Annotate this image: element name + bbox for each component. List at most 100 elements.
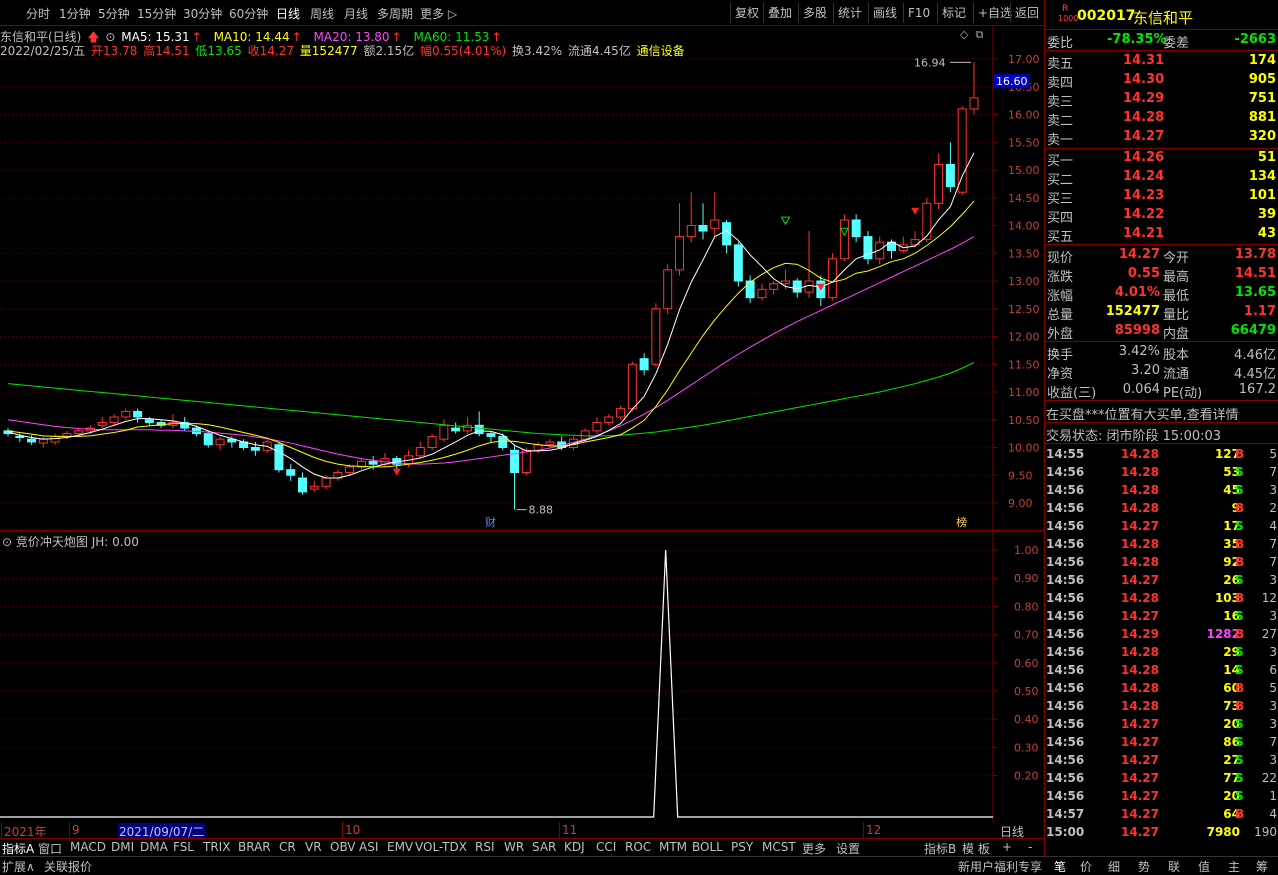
period-tab-3[interactable]: 15分钟: [137, 5, 176, 22]
date-axis-tick: [69, 822, 70, 838]
tick-time: 14:56: [1046, 645, 1085, 659]
related-quote-button[interactable]: 关联报价: [44, 858, 92, 875]
indicator-tab-10[interactable]: OBV: [330, 840, 356, 854]
indicator-tab-25[interactable]: 设置: [836, 840, 860, 857]
period-tab-0[interactable]: 分时: [26, 5, 50, 22]
y-tick-label: 14.50: [1008, 192, 1040, 205]
sub-indicator-chart[interactable]: 1.00 0.90 0.80 0.70 0.60 0.50 0.40 0.30 0.20: [0, 531, 1044, 822]
candle-body: [969, 97, 979, 110]
indicator-right-0[interactable]: 指标B: [924, 840, 956, 857]
kline-chart[interactable]: 17.0016.5016.0015.5015.0014.5014.0013.50…: [0, 26, 1044, 530]
indicator-tab-24[interactable]: 更多: [802, 840, 826, 857]
period-tab-2[interactable]: 5分钟: [98, 5, 130, 22]
indicator-tab-4[interactable]: DMA: [140, 840, 168, 854]
tick-count: 5: [1269, 681, 1277, 695]
indicator-tab-19[interactable]: ROC: [625, 840, 651, 854]
level-label: 买二: [1047, 173, 1074, 188]
tick-direction: S: [1235, 753, 1244, 767]
indicator-tab-22[interactable]: PSY: [731, 840, 753, 854]
indicator-tab-16[interactable]: SAR: [532, 840, 556, 854]
indicator-tab-9[interactable]: VR: [305, 840, 322, 854]
indicator-tab-6[interactable]: TRIX: [203, 840, 230, 854]
promo-link[interactable]: 新用户福利专享: [958, 858, 1042, 875]
market-badge-icon: R: [1062, 4, 1069, 14]
quote-panel: R 1000 002017 东信和平 委比 -78.35% 委差 -2663 卖五 14.31 17…: [1045, 0, 1278, 872]
big-order-notice[interactable]: 在买盘***位置有大买单,查看详情: [1045, 403, 1278, 423]
candle-body: [109, 416, 119, 424]
indicator-right-1[interactable]: 模 板: [962, 840, 990, 857]
tick-row: 14:56 14.28 60 B 5: [1045, 679, 1278, 697]
tick-direction: S: [1235, 663, 1244, 677]
indicator-tab-18[interactable]: CCI: [596, 840, 616, 854]
indicator-tab-15[interactable]: WR: [504, 840, 524, 854]
rank-marker[interactable]: 榜: [956, 515, 967, 529]
tick-time: 14:56: [1046, 627, 1085, 641]
y-tick-label: 16.00: [1008, 109, 1040, 122]
stat-value: 85998: [1114, 323, 1160, 338]
tick-row: 14:56 14.28 45 S 3: [1045, 481, 1278, 499]
sub-y-tick-label: 0.40: [1014, 713, 1039, 726]
notice-text[interactable]: 在买盘***位置有大买单,查看详情: [1046, 404, 1239, 423]
indicator-tab-8[interactable]: CR: [279, 840, 296, 854]
indicator-tab-20[interactable]: MTM: [659, 840, 687, 854]
period-tab-7[interactable]: 周线: [310, 5, 334, 22]
toolbar-button-4[interactable]: 画线: [868, 3, 901, 23]
stat-label: 最高: [1163, 270, 1190, 285]
quote-sep: [1045, 29, 1278, 30]
indicator-tab-21[interactable]: BOLL: [692, 840, 723, 854]
sub-y-tick-label: 0.60: [1014, 657, 1039, 670]
toolbar-button-0[interactable]: 复权: [730, 3, 763, 23]
toolbar-button-5[interactable]: F10: [903, 3, 934, 23]
level-price: 14.29: [1123, 91, 1165, 106]
date-axis-tick: [863, 822, 864, 838]
indicator-right-3[interactable]: -: [1028, 840, 1032, 854]
candle-body: [451, 427, 461, 432]
ma10-line: [7, 200, 975, 468]
indicator-tab-1[interactable]: 窗口: [38, 840, 62, 857]
period-tab-1[interactable]: 1分钟: [59, 5, 91, 22]
sub-y-tick-label: 0.70: [1014, 629, 1039, 642]
indicator-tab-17[interactable]: KDJ: [564, 840, 585, 854]
finance-marker[interactable]: 财: [485, 515, 496, 529]
date-axis-tick: [559, 822, 560, 838]
stat-label: 总量: [1047, 308, 1074, 323]
sell-signal-arrow-icon: [780, 216, 791, 226]
y-tick-label: 15.00: [1008, 164, 1040, 177]
candle-body: [674, 236, 684, 271]
stat-value: 14.27: [1118, 247, 1160, 262]
indicator-tab-23[interactable]: MCST: [762, 840, 796, 854]
period-tab-9[interactable]: 多周期: [377, 5, 413, 22]
toolbar-button-8[interactable]: 返回: [1010, 3, 1043, 23]
indicator-tab-11[interactable]: ASI: [359, 840, 378, 854]
stat-value: 4.45亿: [1234, 367, 1276, 382]
tick-count: 3: [1269, 573, 1277, 587]
expand-button[interactable]: 扩展∧: [2, 858, 35, 875]
indicator-tab-0[interactable]: 指标A: [2, 840, 34, 857]
level-label: 买一: [1047, 154, 1074, 169]
toolbar-button-6[interactable]: 标记: [937, 3, 970, 23]
indicator-tab-14[interactable]: RSI: [475, 840, 495, 854]
indicator-tab-7[interactable]: BRAR: [238, 840, 271, 854]
toolbar-button-2[interactable]: 多股: [798, 3, 831, 23]
tick-time: 14:56: [1046, 735, 1085, 749]
stat-label: 净资: [1047, 367, 1074, 382]
level-volume: 51: [1257, 150, 1276, 165]
indicator-tab-2[interactable]: MACD: [70, 840, 106, 854]
period-tab-5[interactable]: 60分钟: [229, 5, 268, 22]
indicator-tab-3[interactable]: DMI: [111, 840, 134, 854]
indicator-tab-5[interactable]: FSL: [173, 840, 194, 854]
period-tab-8[interactable]: 月线: [344, 5, 368, 22]
toolbar-button-3[interactable]: 统计: [833, 3, 866, 23]
period-tab-4[interactable]: 30分钟: [183, 5, 222, 22]
buy-signal-arrow-icon: [392, 468, 401, 476]
tick-row: 14:56 14.28 14 S 6: [1045, 661, 1278, 679]
indicator-tab-12[interactable]: EMV: [387, 840, 413, 854]
level-label: 卖三: [1047, 95, 1074, 110]
tick-row: 14:56 14.27 17 S 4: [1045, 517, 1278, 535]
indicator-right-2[interactable]: +: [1002, 840, 1012, 854]
indicator-tab-13[interactable]: VOL-TDX: [415, 840, 467, 854]
period-tab-10[interactable]: 更多 ▷: [420, 5, 457, 22]
toolbar-button-1[interactable]: 叠加: [763, 3, 796, 23]
period-tab-6[interactable]: 日线: [276, 5, 300, 22]
sub-y-tick-label: 0.30: [1014, 741, 1039, 754]
